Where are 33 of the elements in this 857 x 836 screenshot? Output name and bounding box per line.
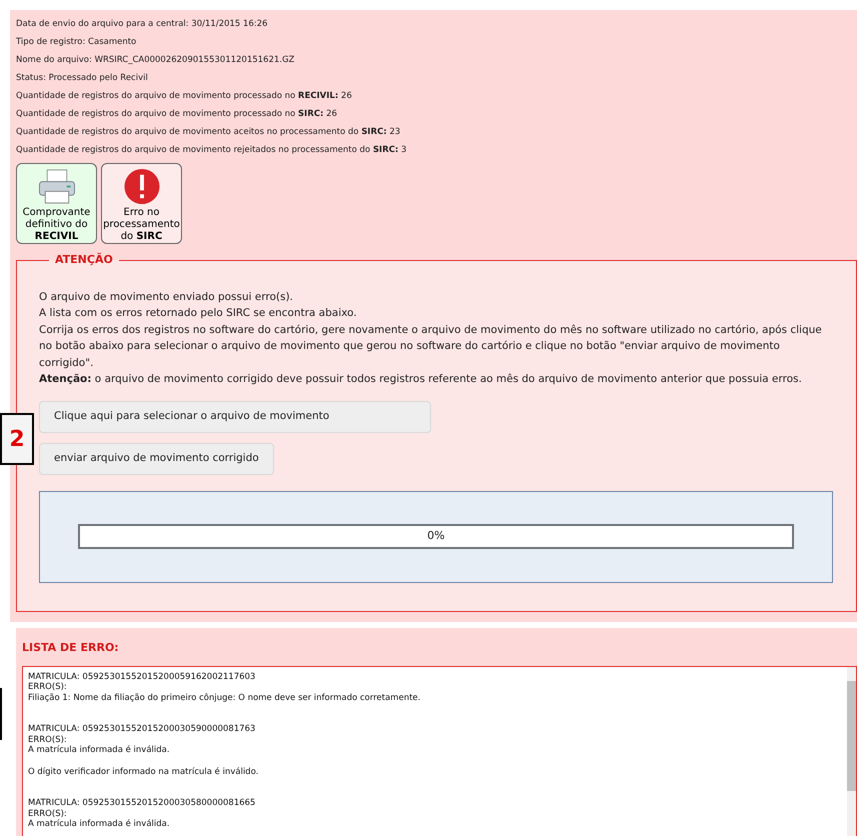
errors-label: ERRO(S):: [28, 682, 68, 692]
attention-legend: ATENÇÃO: [49, 252, 119, 268]
attention-text: A lista com os erros retornado pelo SIRC se encontra abaixo.: [39, 306, 358, 321]
error-message: A matrícula informada é inválida.: [28, 745, 171, 756]
error-message: O dígito verificador informado na matrícula é inválido.: [28, 766, 260, 777]
alert-icon: [122, 168, 160, 205]
matricula-line: MATRICULA: 05925301552015200030580000081665: [28, 798, 256, 808]
info-line: Data de envio do arquivo para a central: 30/11/2015 16:26: [16, 18, 269, 30]
receipt-button[interactable]: Comprovante definitivo do RECIVIL: [16, 163, 97, 244]
error-button[interactable]: Erro no processamento do SIRC: [101, 163, 182, 244]
info-line: Quantidade de registros do arquivo de movimento processado no RECIVIL: 26: [16, 90, 353, 102]
error-list-title: LISTA DE ERRO:: [22, 640, 120, 656]
scrollbar[interactable]: [847, 666, 856, 836]
progress-label: 0%: [426, 528, 446, 544]
info-line: Status: Processado pelo Recivil: [16, 72, 149, 84]
printer-icon: [36, 168, 76, 205]
info-line: Nome do arquivo: WRSIRC_CA0000262090155301120151621.GZ: [16, 54, 296, 66]
matricula-line: MATRICULA: 05925301552015200030590000081763: [28, 724, 256, 734]
select-file-button[interactable]: Clique aqui para selecionar o arquivo de movimento: [39, 400, 431, 432]
attention-text: Atenção: o arquivo de movimento corrigido deve possuir todos registros referente ao mês do arquivo de movimento anterior que possuia erros.: [39, 372, 803, 387]
callout-number: 2: [9, 426, 25, 454]
errors-label: ERRO(S):: [28, 734, 68, 745]
attention-text: O arquivo de movimento enviado possui erro(s).: [39, 290, 294, 304]
info-line: Quantidade de registros do arquivo de movimento rejeitados no processamento do SIRC: 3: [16, 144, 408, 156]
info-line: Quantidade de registros do arquivo de movimento aceitos no processamento do SIRC: 23: [16, 126, 402, 138]
error-message: A matrícula informada é inválida.: [28, 819, 171, 830]
errors-label: ERRO(S):: [28, 808, 68, 819]
error-message: Filiação 1: Nome da filiação do primeiro cônjuge: O nome deve ser informado corretamente.: [28, 692, 422, 703]
send-file-button[interactable]: enviar arquivo de movimento corrigido: [39, 442, 274, 474]
info-line: Tipo de registro: Casamento: [16, 36, 138, 48]
matricula-line: MATRICULA: 05925301552015200059162002117603: [28, 672, 256, 682]
attention-text: Corrija os erros dos registros no software do cartório, gere novamente o arquivo de movimento do mês no software utilizado no cartório, após clique no botão abaixo para selecionar o arquivo de movimento que gerou no software do cartório e clique no botão "enviar arquivo de movimento corrigido".: [39, 322, 823, 370]
info-line: Quantidade de registros do arquivo de movimento processado no SIRC: 26: [16, 108, 338, 120]
